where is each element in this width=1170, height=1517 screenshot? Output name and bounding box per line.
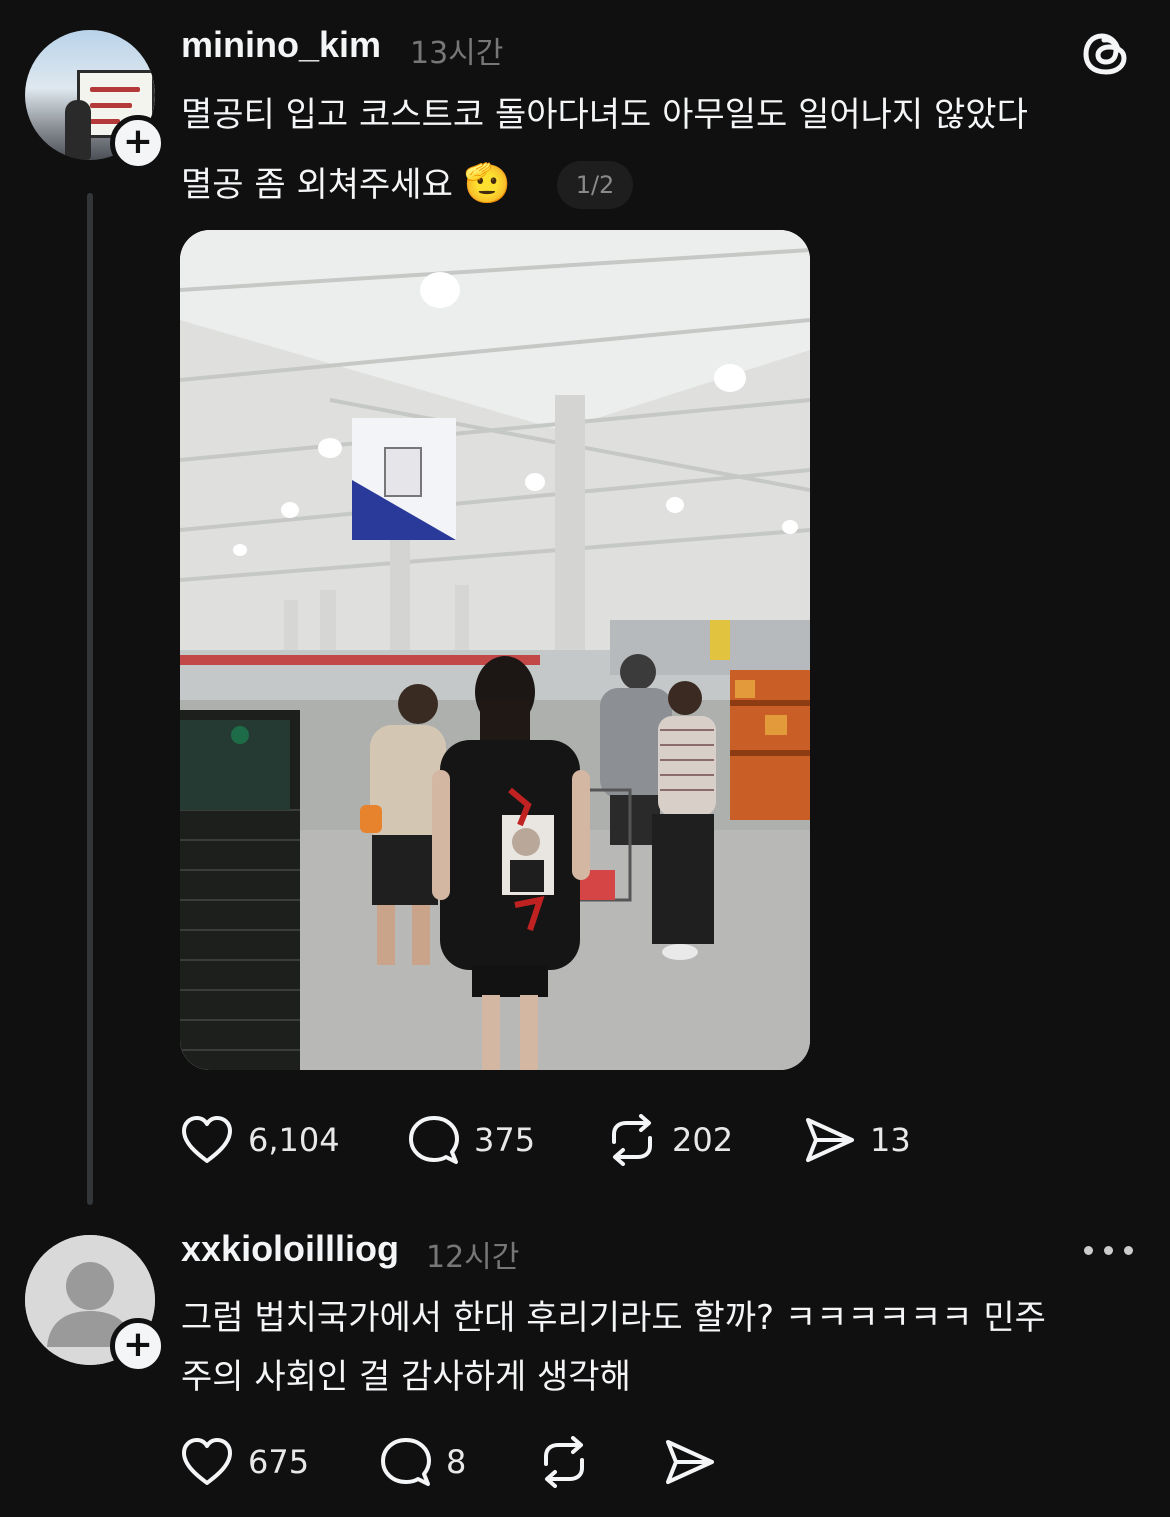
reply-time: 12시간 (426, 1240, 520, 1275)
thread-connector-line (87, 193, 93, 1205)
repost-button[interactable]: 202 (606, 1110, 733, 1170)
share-button[interactable]: 13 (804, 1110, 911, 1170)
send-icon (666, 1440, 714, 1484)
reply-follow-plus-button[interactable]: + (110, 1318, 166, 1374)
reply-count: 375 (474, 1121, 536, 1159)
repost-icon (544, 1436, 584, 1488)
comment-bubble-icon (381, 1438, 431, 1486)
reply-share-button[interactable] (664, 1432, 716, 1492)
heart-icon (182, 1438, 232, 1485)
comment-bubble-icon (409, 1116, 459, 1164)
share-count: 13 (870, 1121, 911, 1159)
like-button[interactable]: 6,104 (180, 1110, 340, 1170)
threads-logo-icon[interactable] (1080, 26, 1134, 80)
page-indicator: 1/2 (557, 161, 633, 209)
heart-icon (182, 1116, 232, 1163)
post-username[interactable]: minino_kim (181, 24, 381, 66)
post-photo[interactable] (180, 230, 810, 1070)
reply-text-line-2: 주의 사회인 걸 감사하게 생각해 (181, 1357, 631, 1397)
send-icon (806, 1118, 854, 1162)
more-options-icon[interactable] (1080, 1232, 1136, 1268)
repost-count: 202 (672, 1121, 734, 1159)
plus-icon: + (122, 120, 154, 162)
post-text-line-1: 멸공티 입고 코스트코 돌아다녀도 아무일도 일어나지 않았다 (181, 95, 1028, 135)
avatar-photo-person (65, 100, 91, 160)
post-time: 13시간 (410, 36, 504, 71)
plus-icon: + (122, 1323, 154, 1365)
reply-reply-button[interactable]: 8 (380, 1432, 466, 1492)
reply-button[interactable]: 375 (408, 1110, 535, 1170)
repost-icon (612, 1114, 652, 1166)
saluting-face-emoji: 🫡 (463, 161, 511, 205)
reply-like-button[interactable]: 675 (180, 1432, 309, 1492)
post-text-line-2-wrap: 멸공 좀 외쳐주세요 🫡 (181, 148, 511, 220)
reply-username[interactable]: xxkioloillliog (181, 1228, 399, 1270)
store-scene-illustration (180, 230, 810, 1070)
follow-plus-button[interactable]: + (110, 115, 166, 171)
post-text-line-2: 멸공 좀 외쳐주세요 (181, 165, 453, 205)
reply-like-count: 675 (248, 1443, 310, 1481)
like-count: 6,104 (248, 1121, 340, 1159)
reply-repost-button[interactable] (538, 1432, 590, 1492)
reply-reply-count: 8 (446, 1443, 467, 1481)
